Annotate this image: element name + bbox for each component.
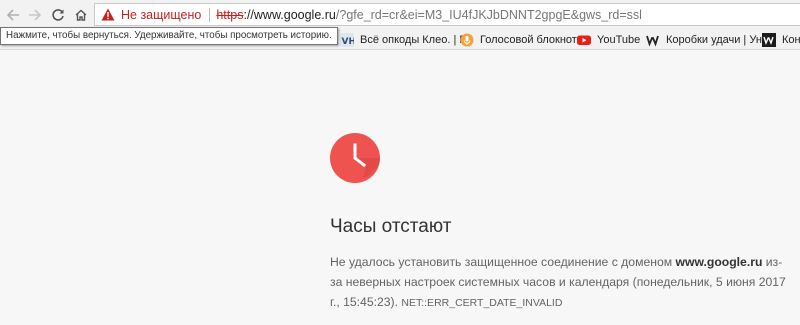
url-host: ://www.google.ru xyxy=(243,7,336,22)
reload-button[interactable] xyxy=(48,5,68,25)
url-text[interactable]: https://www.google.ru/?gfe_rd=cr&ei=M3_I… xyxy=(216,8,642,22)
home-button[interactable] xyxy=(71,5,91,25)
browser-toolbar: Не защищено https://www.google.ru/?gfe_r… xyxy=(0,0,800,30)
w-icon xyxy=(646,33,660,47)
svg-text:VH: VH xyxy=(342,37,355,47)
error-domain: www.google.ru xyxy=(675,255,763,269)
home-icon xyxy=(75,9,87,21)
warning-icon xyxy=(101,8,115,21)
address-bar[interactable]: Не защищено https://www.google.ru/?gfe_r… xyxy=(94,3,800,26)
clock-icon xyxy=(330,133,380,183)
error-text-before: Не удалось установить защищенное соедине… xyxy=(330,255,676,269)
error-description: Не удалось установить защищенное соедине… xyxy=(330,252,790,313)
reload-icon xyxy=(52,9,64,21)
bookmark-label: YouTube xyxy=(597,33,641,46)
w-box-icon xyxy=(762,32,776,47)
separator xyxy=(209,7,211,22)
error-code[interactable]: NET::ERR_CERT_DATE_INVALID xyxy=(401,297,562,309)
bookmark-item[interactable]: Коробки удачи | Уни xyxy=(646,30,768,49)
youtube-icon xyxy=(577,33,591,47)
bookmark-item[interactable]: Конк xyxy=(762,30,800,49)
forward-button[interactable] xyxy=(25,5,45,25)
back-button[interactable] xyxy=(3,5,23,25)
bookmark-item[interactable]: VH Всё опкоды Клео. | E xyxy=(340,30,467,49)
bookmark-item[interactable]: Голосовой блокнот xyxy=(460,30,577,49)
bookmark-label: Голосовой блокнот xyxy=(480,33,577,46)
arrow-right-icon xyxy=(29,9,42,21)
arrow-left-icon xyxy=(6,9,19,21)
back-button-tooltip: Нажмите, чтобы вернуться. Удерживайте, ч… xyxy=(0,27,338,45)
vh-icon: VH xyxy=(340,32,355,47)
bookmark-label: Коробки удачи | Уни xyxy=(666,33,769,46)
error-title: Часы отстают xyxy=(330,216,452,237)
url-scheme: https xyxy=(216,7,244,22)
microphone-icon xyxy=(460,33,474,47)
url-path: /?gfe_rd=cr&ei=M3_IU4fJKJbDNNT2gpgE&gws_… xyxy=(335,7,642,22)
bookmark-label: Всё опкоды Клео. | E xyxy=(360,33,467,46)
security-status-label[interactable]: Не защищено xyxy=(121,8,201,22)
bookmark-item[interactable]: YouTube xyxy=(577,30,640,49)
bookmark-label: Конк xyxy=(782,33,800,46)
